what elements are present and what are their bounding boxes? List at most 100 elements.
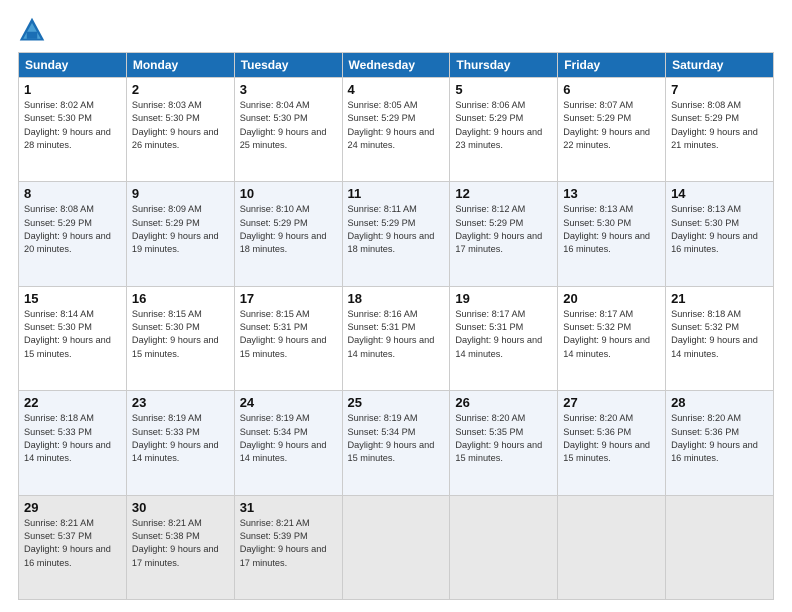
day-cell: 8 Sunrise: 8:08 AM Sunset: 5:29 PM Dayli… [19, 182, 127, 286]
day-cell: 7 Sunrise: 8:08 AM Sunset: 5:29 PM Dayli… [666, 78, 774, 182]
day-info: Sunrise: 8:03 AM Sunset: 5:30 PM Dayligh… [132, 99, 229, 152]
day-number: 8 [24, 186, 121, 201]
day-cell: 6 Sunrise: 8:07 AM Sunset: 5:29 PM Dayli… [558, 78, 666, 182]
day-number: 10 [240, 186, 337, 201]
day-cell: 23 Sunrise: 8:19 AM Sunset: 5:33 PM Dayl… [126, 391, 234, 495]
week-row-3: 15 Sunrise: 8:14 AM Sunset: 5:30 PM Dayl… [19, 286, 774, 390]
day-info: Sunrise: 8:20 AM Sunset: 5:36 PM Dayligh… [671, 412, 768, 465]
day-info: Sunrise: 8:18 AM Sunset: 5:33 PM Dayligh… [24, 412, 121, 465]
day-cell: 4 Sunrise: 8:05 AM Sunset: 5:29 PM Dayli… [342, 78, 450, 182]
header-cell-monday: Monday [126, 53, 234, 78]
header-cell-wednesday: Wednesday [342, 53, 450, 78]
day-cell: 11 Sunrise: 8:11 AM Sunset: 5:29 PM Dayl… [342, 182, 450, 286]
day-number: 11 [348, 186, 445, 201]
page: SundayMondayTuesdayWednesdayThursdayFrid… [0, 0, 792, 612]
header-row: SundayMondayTuesdayWednesdayThursdayFrid… [19, 53, 774, 78]
week-row-5: 29 Sunrise: 8:21 AM Sunset: 5:37 PM Dayl… [19, 495, 774, 599]
day-cell [450, 495, 558, 599]
day-info: Sunrise: 8:14 AM Sunset: 5:30 PM Dayligh… [24, 308, 121, 361]
day-info: Sunrise: 8:20 AM Sunset: 5:36 PM Dayligh… [563, 412, 660, 465]
day-info: Sunrise: 8:20 AM Sunset: 5:35 PM Dayligh… [455, 412, 552, 465]
day-cell: 1 Sunrise: 8:02 AM Sunset: 5:30 PM Dayli… [19, 78, 127, 182]
day-cell: 5 Sunrise: 8:06 AM Sunset: 5:29 PM Dayli… [450, 78, 558, 182]
header-cell-thursday: Thursday [450, 53, 558, 78]
day-info: Sunrise: 8:19 AM Sunset: 5:34 PM Dayligh… [240, 412, 337, 465]
logo [18, 16, 50, 44]
day-cell: 30 Sunrise: 8:21 AM Sunset: 5:38 PM Dayl… [126, 495, 234, 599]
day-number: 22 [24, 395, 121, 410]
day-cell: 27 Sunrise: 8:20 AM Sunset: 5:36 PM Dayl… [558, 391, 666, 495]
day-cell: 29 Sunrise: 8:21 AM Sunset: 5:37 PM Dayl… [19, 495, 127, 599]
header [18, 16, 774, 44]
day-cell [342, 495, 450, 599]
week-row-2: 8 Sunrise: 8:08 AM Sunset: 5:29 PM Dayli… [19, 182, 774, 286]
day-cell: 28 Sunrise: 8:20 AM Sunset: 5:36 PM Dayl… [666, 391, 774, 495]
day-number: 5 [455, 82, 552, 97]
day-cell: 31 Sunrise: 8:21 AM Sunset: 5:39 PM Dayl… [234, 495, 342, 599]
day-info: Sunrise: 8:04 AM Sunset: 5:30 PM Dayligh… [240, 99, 337, 152]
day-number: 20 [563, 291, 660, 306]
header-cell-friday: Friday [558, 53, 666, 78]
header-cell-saturday: Saturday [666, 53, 774, 78]
day-number: 2 [132, 82, 229, 97]
day-number: 16 [132, 291, 229, 306]
day-number: 21 [671, 291, 768, 306]
day-info: Sunrise: 8:21 AM Sunset: 5:38 PM Dayligh… [132, 517, 229, 570]
day-cell: 21 Sunrise: 8:18 AM Sunset: 5:32 PM Dayl… [666, 286, 774, 390]
day-info: Sunrise: 8:17 AM Sunset: 5:31 PM Dayligh… [455, 308, 552, 361]
day-cell: 18 Sunrise: 8:16 AM Sunset: 5:31 PM Dayl… [342, 286, 450, 390]
day-cell: 10 Sunrise: 8:10 AM Sunset: 5:29 PM Dayl… [234, 182, 342, 286]
week-row-4: 22 Sunrise: 8:18 AM Sunset: 5:33 PM Dayl… [19, 391, 774, 495]
day-number: 25 [348, 395, 445, 410]
day-info: Sunrise: 8:13 AM Sunset: 5:30 PM Dayligh… [563, 203, 660, 256]
day-info: Sunrise: 8:11 AM Sunset: 5:29 PM Dayligh… [348, 203, 445, 256]
day-number: 23 [132, 395, 229, 410]
day-number: 6 [563, 82, 660, 97]
day-info: Sunrise: 8:05 AM Sunset: 5:29 PM Dayligh… [348, 99, 445, 152]
day-number: 29 [24, 500, 121, 515]
day-number: 19 [455, 291, 552, 306]
header-cell-tuesday: Tuesday [234, 53, 342, 78]
day-info: Sunrise: 8:06 AM Sunset: 5:29 PM Dayligh… [455, 99, 552, 152]
day-number: 15 [24, 291, 121, 306]
day-info: Sunrise: 8:08 AM Sunset: 5:29 PM Dayligh… [671, 99, 768, 152]
day-number: 30 [132, 500, 229, 515]
day-info: Sunrise: 8:02 AM Sunset: 5:30 PM Dayligh… [24, 99, 121, 152]
day-info: Sunrise: 8:08 AM Sunset: 5:29 PM Dayligh… [24, 203, 121, 256]
day-cell: 3 Sunrise: 8:04 AM Sunset: 5:30 PM Dayli… [234, 78, 342, 182]
day-number: 27 [563, 395, 660, 410]
day-info: Sunrise: 8:09 AM Sunset: 5:29 PM Dayligh… [132, 203, 229, 256]
day-number: 1 [24, 82, 121, 97]
day-cell: 19 Sunrise: 8:17 AM Sunset: 5:31 PM Dayl… [450, 286, 558, 390]
day-info: Sunrise: 8:07 AM Sunset: 5:29 PM Dayligh… [563, 99, 660, 152]
day-cell: 26 Sunrise: 8:20 AM Sunset: 5:35 PM Dayl… [450, 391, 558, 495]
day-info: Sunrise: 8:16 AM Sunset: 5:31 PM Dayligh… [348, 308, 445, 361]
day-info: Sunrise: 8:21 AM Sunset: 5:37 PM Dayligh… [24, 517, 121, 570]
day-number: 3 [240, 82, 337, 97]
day-info: Sunrise: 8:21 AM Sunset: 5:39 PM Dayligh… [240, 517, 337, 570]
day-number: 28 [671, 395, 768, 410]
logo-icon [18, 16, 46, 44]
day-info: Sunrise: 8:19 AM Sunset: 5:34 PM Dayligh… [348, 412, 445, 465]
day-cell: 13 Sunrise: 8:13 AM Sunset: 5:30 PM Dayl… [558, 182, 666, 286]
week-row-1: 1 Sunrise: 8:02 AM Sunset: 5:30 PM Dayli… [19, 78, 774, 182]
day-number: 7 [671, 82, 768, 97]
header-cell-sunday: Sunday [19, 53, 127, 78]
day-number: 26 [455, 395, 552, 410]
day-number: 12 [455, 186, 552, 201]
day-cell: 15 Sunrise: 8:14 AM Sunset: 5:30 PM Dayl… [19, 286, 127, 390]
day-info: Sunrise: 8:17 AM Sunset: 5:32 PM Dayligh… [563, 308, 660, 361]
day-info: Sunrise: 8:19 AM Sunset: 5:33 PM Dayligh… [132, 412, 229, 465]
day-info: Sunrise: 8:15 AM Sunset: 5:31 PM Dayligh… [240, 308, 337, 361]
day-cell: 16 Sunrise: 8:15 AM Sunset: 5:30 PM Dayl… [126, 286, 234, 390]
day-cell: 20 Sunrise: 8:17 AM Sunset: 5:32 PM Dayl… [558, 286, 666, 390]
day-cell [558, 495, 666, 599]
day-number: 24 [240, 395, 337, 410]
calendar: SundayMondayTuesdayWednesdayThursdayFrid… [18, 52, 774, 600]
day-cell: 14 Sunrise: 8:13 AM Sunset: 5:30 PM Dayl… [666, 182, 774, 286]
day-info: Sunrise: 8:12 AM Sunset: 5:29 PM Dayligh… [455, 203, 552, 256]
day-number: 18 [348, 291, 445, 306]
day-cell: 17 Sunrise: 8:15 AM Sunset: 5:31 PM Dayl… [234, 286, 342, 390]
day-info: Sunrise: 8:13 AM Sunset: 5:30 PM Dayligh… [671, 203, 768, 256]
day-cell: 22 Sunrise: 8:18 AM Sunset: 5:33 PM Dayl… [19, 391, 127, 495]
